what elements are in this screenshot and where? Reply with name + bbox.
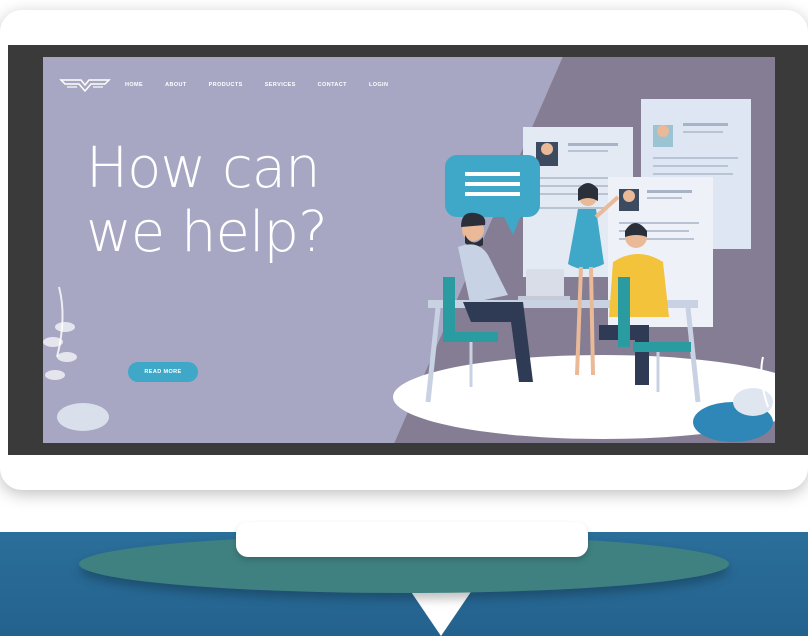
nav-services[interactable]: SERVICES bbox=[265, 82, 296, 88]
nav-contact[interactable]: CONTACT bbox=[318, 82, 347, 88]
logo-wings-icon[interactable] bbox=[59, 76, 111, 94]
top-navigation: HOME ABOUT PRODUCTS SERVICES CONTACT LOG… bbox=[59, 75, 410, 95]
hero-headline: How can we help? bbox=[86, 136, 328, 265]
nav-login[interactable]: LOGIN bbox=[369, 82, 388, 88]
monitor-stand-base bbox=[236, 522, 588, 557]
read-more-button[interactable]: READ MORE bbox=[128, 362, 198, 382]
hero-line-2: we help? bbox=[86, 200, 328, 265]
nav-about[interactable]: ABOUT bbox=[165, 82, 187, 88]
plant-icon bbox=[43, 286, 109, 431]
nav-home[interactable]: HOME bbox=[125, 82, 143, 88]
nav-products[interactable]: PRODUCTS bbox=[209, 82, 243, 88]
website-screen: HOME ABOUT PRODUCTS SERVICES CONTACT LOG… bbox=[43, 57, 775, 443]
hero-line-1: How can bbox=[86, 136, 321, 201]
